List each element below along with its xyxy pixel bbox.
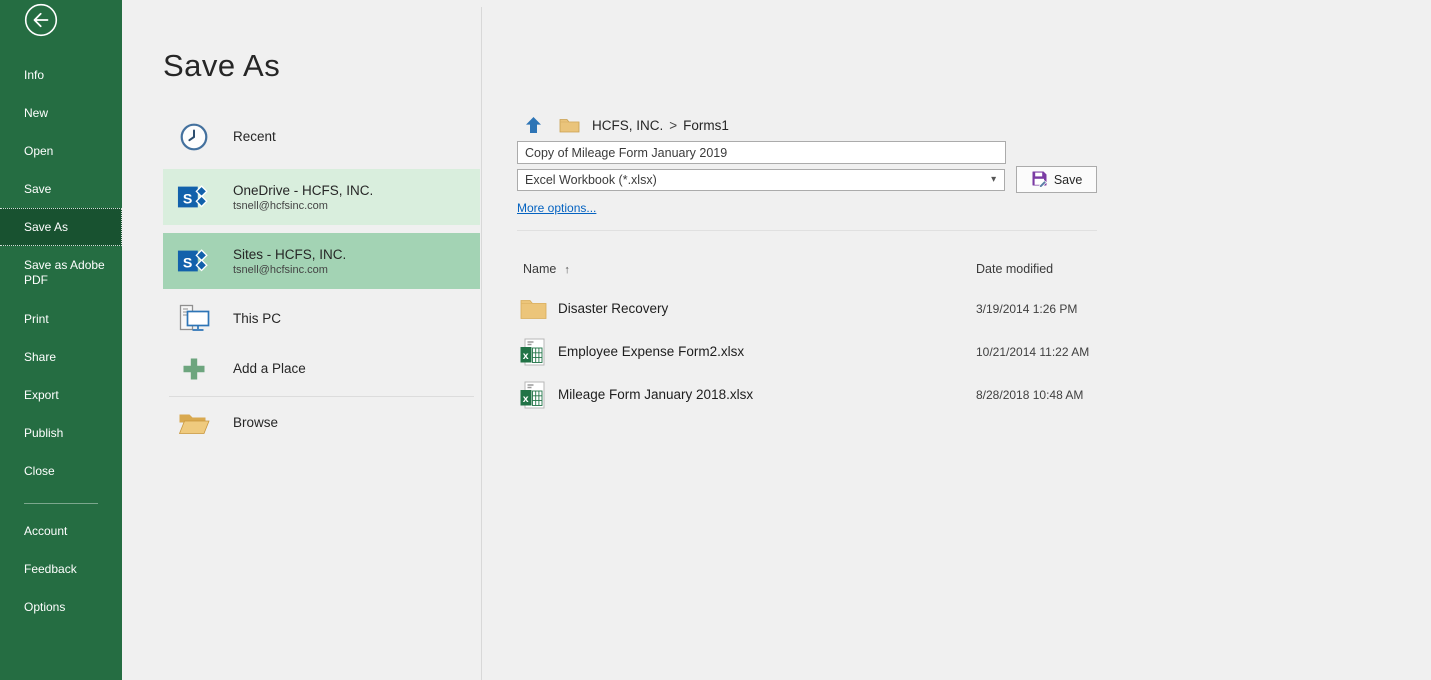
page-title: Save As — [163, 48, 280, 84]
file-name: Mileage Form January 2018.xlsx — [558, 387, 753, 402]
place-label: Add a Place — [233, 361, 306, 376]
save-button-label: Save — [1054, 173, 1083, 187]
place-label: OneDrive - HCFS, INC. — [233, 183, 373, 198]
sidebar-item-label: Save as Adobe PDF — [24, 258, 106, 288]
places-divider — [169, 396, 474, 397]
filetype-row: Excel Workbook (*.xlsx) ▾ Save — [517, 169, 1097, 193]
file-name: Disaster Recovery — [558, 301, 668, 316]
save-button[interactable]: Save — [1016, 166, 1097, 193]
place-onedrive[interactable]: S OneDrive - HCFS, INC. tsnell@hcfsinc.c… — [163, 169, 480, 225]
up-one-level-icon[interactable] — [525, 116, 542, 134]
breadcrumb: HCFS, INC. > Forms1 — [592, 118, 729, 133]
name-column-header[interactable]: Name ↑ — [523, 262, 570, 276]
place-sites-selected[interactable]: S Sites - HCFS, INC. tsnell@hcfsinc.com — [163, 233, 480, 289]
sidebar-nav: Info New Open Save Save As Save as Adobe… — [0, 56, 122, 626]
file-date-modified: 8/28/2018 10:48 AM — [976, 388, 1083, 402]
sidebar-item-label: Publish — [24, 426, 63, 441]
sidebar-item-publish[interactable]: Publish — [0, 414, 122, 452]
sidebar-item-label: Export — [24, 388, 59, 403]
sidebar-item-label: New — [24, 106, 48, 121]
folder-open-icon — [177, 410, 211, 436]
place-add-a-place[interactable]: Add a Place — [163, 347, 480, 391]
sidebar-item-label: Info — [24, 68, 44, 83]
sidebar-item-new[interactable]: New — [0, 94, 122, 132]
sidebar-item-options[interactable]: Options — [0, 588, 122, 626]
sidebar-item-label: Feedback — [24, 562, 77, 577]
sidebar-item-label: Options — [24, 600, 65, 615]
svg-text:x: x — [523, 393, 529, 405]
section-divider — [517, 230, 1097, 231]
backstage-main: Save As Recent S OneDrive — [122, 0, 1431, 680]
sharepoint-icon: S — [177, 181, 211, 213]
breadcrumb-separator: > — [669, 118, 677, 133]
file-date-modified: 3/19/2014 1:26 PM — [976, 302, 1077, 316]
sidebar-item-export[interactable]: Export — [0, 376, 122, 414]
breadcrumb-current[interactable]: Forms1 — [683, 118, 729, 133]
filetype-value: Excel Workbook (*.xlsx) — [525, 173, 657, 187]
place-label: Sites - HCFS, INC. — [233, 247, 346, 262]
sidebar-item-print[interactable]: Print — [0, 300, 122, 338]
sidebar-item-save-as-adobe-pdf[interactable]: Save as Adobe PDF — [0, 246, 122, 300]
place-this-pc[interactable]: This PC — [163, 297, 480, 341]
sidebar-item-save-as[interactable]: Save As — [0, 208, 122, 246]
file-list-header: Name ↑ Date modified — [517, 262, 1097, 278]
place-browse[interactable]: Browse — [163, 401, 480, 445]
excel-file-icon: x — [520, 338, 547, 366]
excel-file-icon: x — [520, 381, 547, 409]
place-recent[interactable]: Recent — [163, 117, 480, 157]
place-email: tsnell@hcfsinc.com — [233, 200, 373, 212]
svg-text:S: S — [183, 256, 192, 272]
sidebar-item-label: Print — [24, 312, 49, 327]
plus-icon — [177, 356, 211, 382]
sharepoint-icon: S — [177, 245, 211, 277]
place-label: This PC — [233, 311, 281, 326]
place-label: Browse — [233, 415, 278, 430]
save-disk-icon — [1031, 170, 1048, 190]
name-header-label: Name — [523, 262, 556, 276]
date-modified-column-header[interactable]: Date modified — [976, 262, 1053, 276]
file-name: Employee Expense Form2.xlsx — [558, 344, 744, 359]
sidebar-item-label: Save — [24, 182, 51, 197]
sidebar-item-label: Close — [24, 464, 55, 479]
breadcrumb-root[interactable]: HCFS, INC. — [592, 118, 663, 133]
filename-input[interactable] — [517, 141, 1006, 164]
folder-icon — [520, 298, 547, 320]
filetype-select[interactable]: Excel Workbook (*.xlsx) ▾ — [517, 169, 1005, 191]
sidebar-item-close[interactable]: Close — [0, 452, 122, 490]
svg-text:S: S — [183, 192, 192, 208]
sidebar-item-account[interactable]: Account — [0, 512, 122, 550]
sidebar-item-label: Account — [24, 524, 67, 539]
sidebar-item-open[interactable]: Open — [0, 132, 122, 170]
chevron-down-icon: ▾ — [991, 170, 996, 190]
file-row-employee-expense-form2[interactable]: x Employee Expense Form2.xlsx 10/21/2014… — [517, 330, 1097, 373]
file-row-disaster-recovery[interactable]: Disaster Recovery 3/19/2014 1:26 PM — [517, 287, 1097, 330]
backstage-sidebar: Info New Open Save Save As Save as Adobe… — [0, 0, 122, 680]
places-list: Recent S OneDrive - HCFS, INC. tsnell@hc… — [163, 117, 480, 445]
save-panel: HCFS, INC. > Forms1 Excel Workbook (*.xlsx… — [517, 114, 1097, 416]
sidebar-item-label: Share — [24, 350, 56, 365]
sidebar-divider — [24, 503, 98, 504]
sidebar-item-info[interactable]: Info — [0, 56, 122, 94]
back-arrow-icon — [24, 24, 58, 41]
file-date-modified: 10/21/2014 11:22 AM — [976, 345, 1089, 359]
breadcrumb-row: HCFS, INC. > Forms1 — [517, 114, 1097, 136]
file-row-mileage-form-january-2018[interactable]: x Mileage Form January 2018.xlsx 8/28/20… — [517, 373, 1097, 416]
sidebar-item-save[interactable]: Save — [0, 170, 122, 208]
sidebar-item-label: Save As — [24, 220, 68, 235]
sidebar-item-label: Open — [24, 144, 53, 159]
svg-text:x: x — [523, 350, 529, 362]
back-button[interactable] — [24, 3, 58, 37]
sort-ascending-icon: ↑ — [564, 264, 570, 276]
place-label: Recent — [233, 129, 276, 144]
sidebar-item-feedback[interactable]: Feedback — [0, 550, 122, 588]
computer-icon — [177, 304, 211, 334]
panel-divider — [481, 7, 482, 680]
clock-icon — [177, 122, 211, 152]
folder-icon — [559, 117, 580, 133]
more-options-link[interactable]: More options... — [517, 201, 596, 215]
place-email: tsnell@hcfsinc.com — [233, 264, 346, 276]
sidebar-item-share[interactable]: Share — [0, 338, 122, 376]
file-list: Disaster Recovery 3/19/2014 1:26 PM x Em… — [517, 287, 1097, 416]
